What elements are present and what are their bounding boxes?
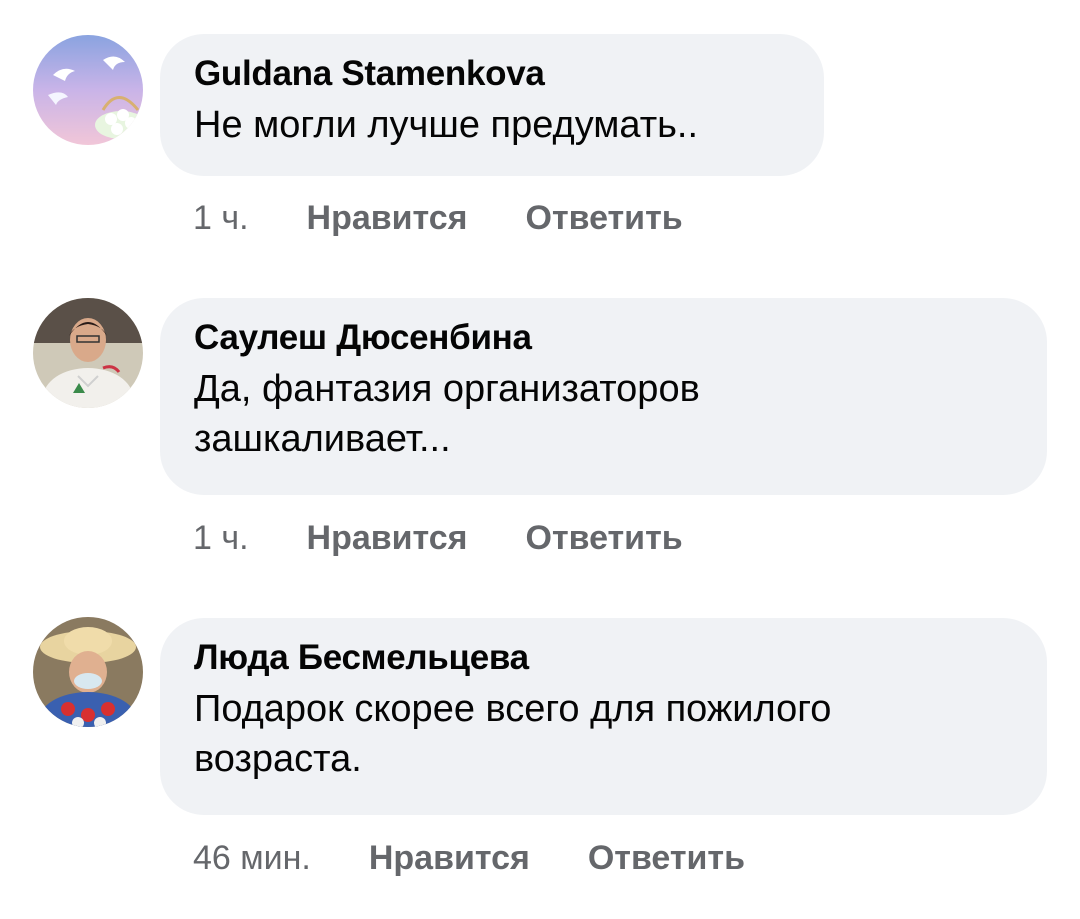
- reply-button[interactable]: Ответить: [526, 518, 683, 558]
- like-button[interactable]: Нравится: [307, 198, 468, 238]
- comment-actions: 1 ч. Нравится Ответить: [193, 518, 741, 558]
- comment-text: Подарок скорее всего для пожилого возрас…: [194, 688, 832, 780]
- like-button[interactable]: Нравится: [307, 518, 468, 558]
- avatar-image: [33, 35, 143, 145]
- avatar-image: [33, 617, 143, 727]
- comment-timestamp[interactable]: 1 ч.: [193, 518, 249, 558]
- comment-bubble: Guldana Stamenkova Не могли лучше предум…: [160, 34, 824, 176]
- comment-timestamp[interactable]: 1 ч.: [193, 198, 249, 238]
- comment-text: Да, фантазия организаторов зашкаливает..…: [194, 368, 700, 460]
- comment-timestamp[interactable]: 46 мин.: [193, 838, 311, 878]
- avatar-image: [33, 298, 143, 408]
- comment-actions: 46 мин. Нравится Ответить: [193, 838, 803, 878]
- avatar[interactable]: [33, 298, 143, 408]
- avatar[interactable]: [33, 35, 143, 145]
- comment-thread: Guldana Stamenkova Не могли лучше предум…: [0, 0, 1080, 919]
- reply-button[interactable]: Ответить: [588, 838, 745, 878]
- comment-author[interactable]: Люда Бесмельцева: [194, 638, 1013, 678]
- like-button[interactable]: Нравится: [369, 838, 530, 878]
- comment-author[interactable]: Саулеш Дюсенбина: [194, 318, 1013, 358]
- comment-bubble: Саулеш Дюсенбина Да, фантазия организато…: [160, 298, 1047, 495]
- comment-author[interactable]: Guldana Stamenkova: [194, 54, 790, 94]
- comment-text: Не могли лучше предумать..: [194, 104, 699, 146]
- reply-button[interactable]: Ответить: [526, 198, 683, 238]
- comment-bubble: Люда Бесмельцева Подарок скорее всего дл…: [160, 618, 1047, 815]
- comment-actions: 1 ч. Нравится Ответить: [193, 198, 741, 238]
- avatar[interactable]: [33, 617, 143, 727]
